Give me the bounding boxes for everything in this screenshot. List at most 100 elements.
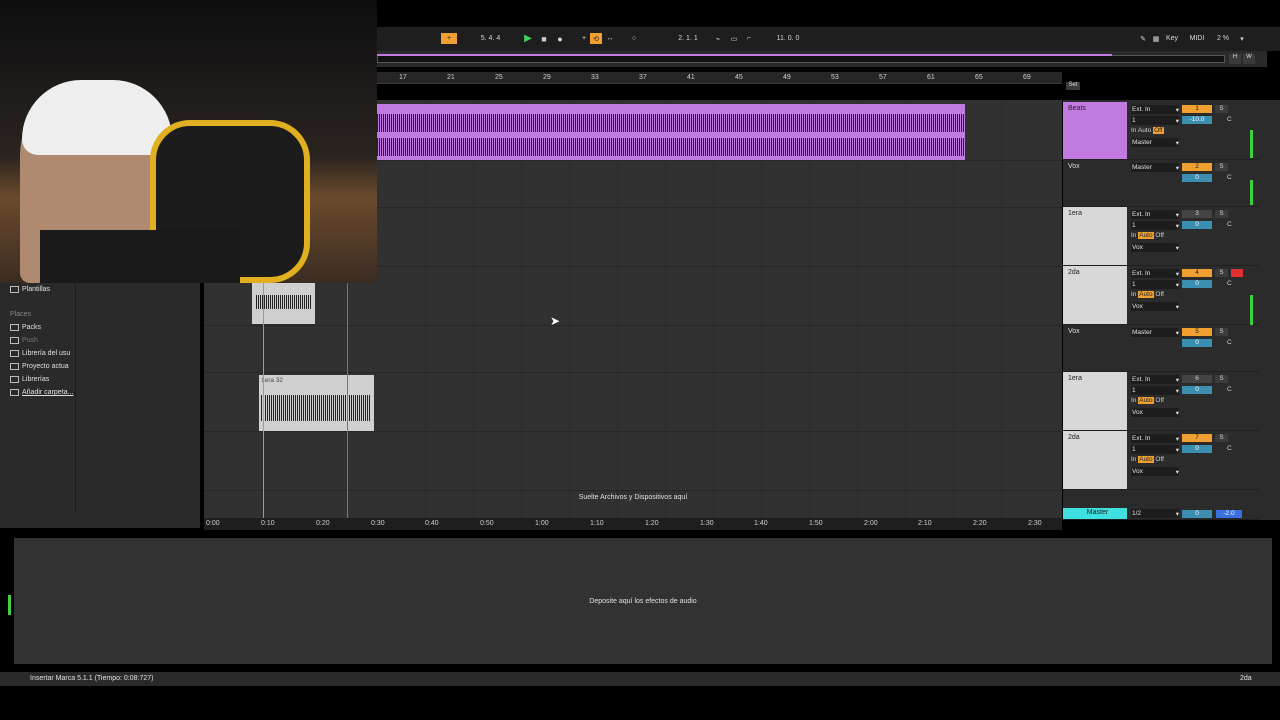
- solo-button[interactable]: S: [1215, 434, 1228, 442]
- monitor-auto[interactable]: Auto: [1138, 291, 1154, 298]
- pencil-icon[interactable]: ✎: [1138, 33, 1148, 44]
- volume-field[interactable]: 0: [1182, 174, 1212, 182]
- keyboard-icon[interactable]: ▦: [1151, 33, 1161, 44]
- track-activator[interactable]: 3: [1182, 210, 1212, 218]
- beats-clip[interactable]: [377, 104, 965, 160]
- track-activator[interactable]: 5: [1182, 328, 1212, 336]
- loop-start[interactable]: 2. 1. 1: [665, 33, 711, 44]
- lane-1era-2[interactable]: 1era 32: [204, 373, 1062, 432]
- track-activator[interactable]: 4: [1182, 269, 1212, 277]
- input-type-select[interactable]: Ext. In ▾: [1131, 105, 1179, 114]
- midi-map-button[interactable]: MIDI: [1187, 33, 1207, 44]
- loop-icon[interactable]: ⟲: [590, 33, 602, 44]
- master-output-select[interactable]: 1/2 ▾: [1131, 509, 1179, 518]
- overdub-icon[interactable]: +: [579, 33, 589, 44]
- output-select[interactable]: Vox ▾: [1131, 408, 1179, 417]
- input-type-select[interactable]: Ext. In ▾: [1131, 269, 1179, 278]
- browser-item-proyecto[interactable]: Proyecto actua: [10, 363, 69, 370]
- pan-field[interactable]: C: [1227, 174, 1232, 181]
- pan-field[interactable]: C: [1227, 386, 1232, 393]
- track-name[interactable]: Vox: [1063, 160, 1127, 206]
- browser-item-packs[interactable]: Packs: [10, 324, 41, 331]
- track-name[interactable]: 2da: [1063, 266, 1127, 324]
- volume-field[interactable]: 0: [1182, 280, 1212, 288]
- monitor-in[interactable]: In: [1131, 456, 1136, 463]
- h-button[interactable]: H: [1229, 54, 1241, 64]
- drop-zone[interactable]: Suelte Archivos y Dispositivos aquí: [204, 491, 1062, 518]
- automation-icon[interactable]: ⌐: [744, 33, 754, 44]
- track-vox[interactable]: Vox Master ▾ 2 0 S C: [1063, 160, 1259, 207]
- output-select[interactable]: Vox ▾: [1131, 467, 1179, 476]
- output-select[interactable]: Master ▾: [1131, 328, 1179, 337]
- browser-item-push[interactable]: Push: [10, 337, 38, 344]
- track-2da[interactable]: 2da Ext. In ▾ 1 ▾ In Auto Off Vox ▾ 4 0 S C: [1063, 266, 1259, 325]
- stop-icon[interactable]: ■: [539, 33, 549, 44]
- input-channel-select[interactable]: 1 ▾: [1131, 116, 1179, 125]
- solo-button[interactable]: S: [1215, 375, 1228, 383]
- input-channel-select[interactable]: 1 ▾: [1131, 445, 1179, 454]
- browser-item-plantillas[interactable]: Plantillas: [10, 286, 50, 293]
- track-master[interactable]: Master 1/2 ▾ 0 -2.0: [1063, 508, 1259, 520]
- monitor-in[interactable]: In: [1131, 232, 1136, 239]
- solo-button[interactable]: S: [1215, 269, 1228, 277]
- volume-field[interactable]: 0: [1182, 386, 1212, 394]
- draw-mode-icon[interactable]: ⌁: [713, 33, 723, 44]
- browser-item-librerias[interactable]: Librerías: [10, 376, 49, 383]
- browser-item-libreria[interactable]: Librería del usu: [10, 350, 70, 357]
- track-name[interactable]: Vox: [1063, 325, 1127, 371]
- track-1era-2[interactable]: 1era Ext. In ▾ 1 ▾ In Auto Off Vox ▾ 6 0 S …: [1063, 372, 1259, 431]
- loop-length[interactable]: 11. 0. 0: [764, 33, 812, 44]
- set-button[interactable]: Set: [1066, 82, 1080, 90]
- monitor-switch[interactable]: In Auto Off: [1131, 127, 1164, 134]
- bar-ruler[interactable]: 17 21 25 29 33 37 41 45 49 53 57 61 65 6…: [377, 72, 1062, 84]
- punch-in-icon[interactable]: ↔: [604, 33, 616, 44]
- solo-button[interactable]: S: [1215, 210, 1228, 218]
- time-ruler[interactable]: 0:00 0:10 0:20 0:30 0:40 0:50 1:00 1:10 …: [204, 518, 1062, 530]
- track-name[interactable]: Beats: [1063, 102, 1127, 159]
- solo-button[interactable]: S: [1215, 163, 1228, 171]
- input-type-select[interactable]: Ext. In ▾: [1131, 375, 1179, 384]
- arm-record-button[interactable]: [1231, 269, 1243, 277]
- output-select[interactable]: Master ▾: [1131, 163, 1179, 172]
- volume-field[interactable]: 0: [1182, 445, 1212, 453]
- key-map-icon[interactable]: ▭: [729, 33, 739, 44]
- monitor-auto[interactable]: Auto: [1138, 456, 1154, 463]
- pan-field[interactable]: C: [1227, 116, 1232, 123]
- monitor-in[interactable]: In: [1131, 291, 1136, 298]
- metronome-icon[interactable]: ○: [629, 33, 639, 44]
- track-vox-2[interactable]: Vox Master ▾ 5 0 S C: [1063, 325, 1259, 372]
- track-name[interactable]: 2da: [1063, 431, 1127, 489]
- browser-item-add-folder[interactable]: Añadir carpeta...: [10, 389, 73, 396]
- solo-button[interactable]: S: [1215, 328, 1228, 336]
- clip-1era-32[interactable]: 1era 32: [259, 375, 374, 431]
- track-name[interactable]: 1era: [1063, 207, 1127, 265]
- monitor-in[interactable]: In: [1131, 397, 1136, 404]
- volume-field[interactable]: 0: [1182, 510, 1212, 518]
- monitor-switch[interactable]: In Auto Off: [1131, 232, 1164, 239]
- monitor-off[interactable]: Off: [1155, 291, 1164, 298]
- output-select[interactable]: Vox ▾: [1131, 302, 1179, 311]
- overview-bar[interactable]: H W: [377, 51, 1267, 67]
- follow-button[interactable]: +: [441, 33, 457, 44]
- output-select[interactable]: Vox ▾: [1131, 243, 1179, 252]
- lane-2da-2[interactable]: [204, 432, 1062, 491]
- lane-vox-2[interactable]: [204, 326, 1062, 373]
- monitor-off[interactable]: Off: [1153, 127, 1164, 134]
- monitor-auto[interactable]: Auto: [1138, 232, 1154, 239]
- pan-field[interactable]: C: [1227, 221, 1232, 228]
- monitor-off[interactable]: Off: [1155, 397, 1164, 404]
- monitor-auto[interactable]: Auto: [1138, 127, 1151, 134]
- audio-clip[interactable]: [252, 283, 315, 324]
- track-activator[interactable]: 2: [1182, 163, 1212, 171]
- monitor-off[interactable]: Off: [1155, 232, 1164, 239]
- monitor-in[interactable]: In: [1131, 127, 1136, 134]
- track-activator[interactable]: 6: [1182, 375, 1212, 383]
- w-button[interactable]: W: [1243, 54, 1255, 64]
- volume-field[interactable]: 0: [1182, 221, 1212, 229]
- input-type-select[interactable]: Ext. In ▾: [1131, 210, 1179, 219]
- chevron-down-icon[interactable]: ▾: [1238, 33, 1246, 44]
- input-channel-select[interactable]: 1 ▾: [1131, 386, 1179, 395]
- song-position[interactable]: 5. 4. 4: [468, 33, 513, 44]
- monitor-switch[interactable]: In Auto Off: [1131, 397, 1164, 404]
- device-view[interactable]: Deposite aquí los efectos de audio: [14, 538, 1272, 664]
